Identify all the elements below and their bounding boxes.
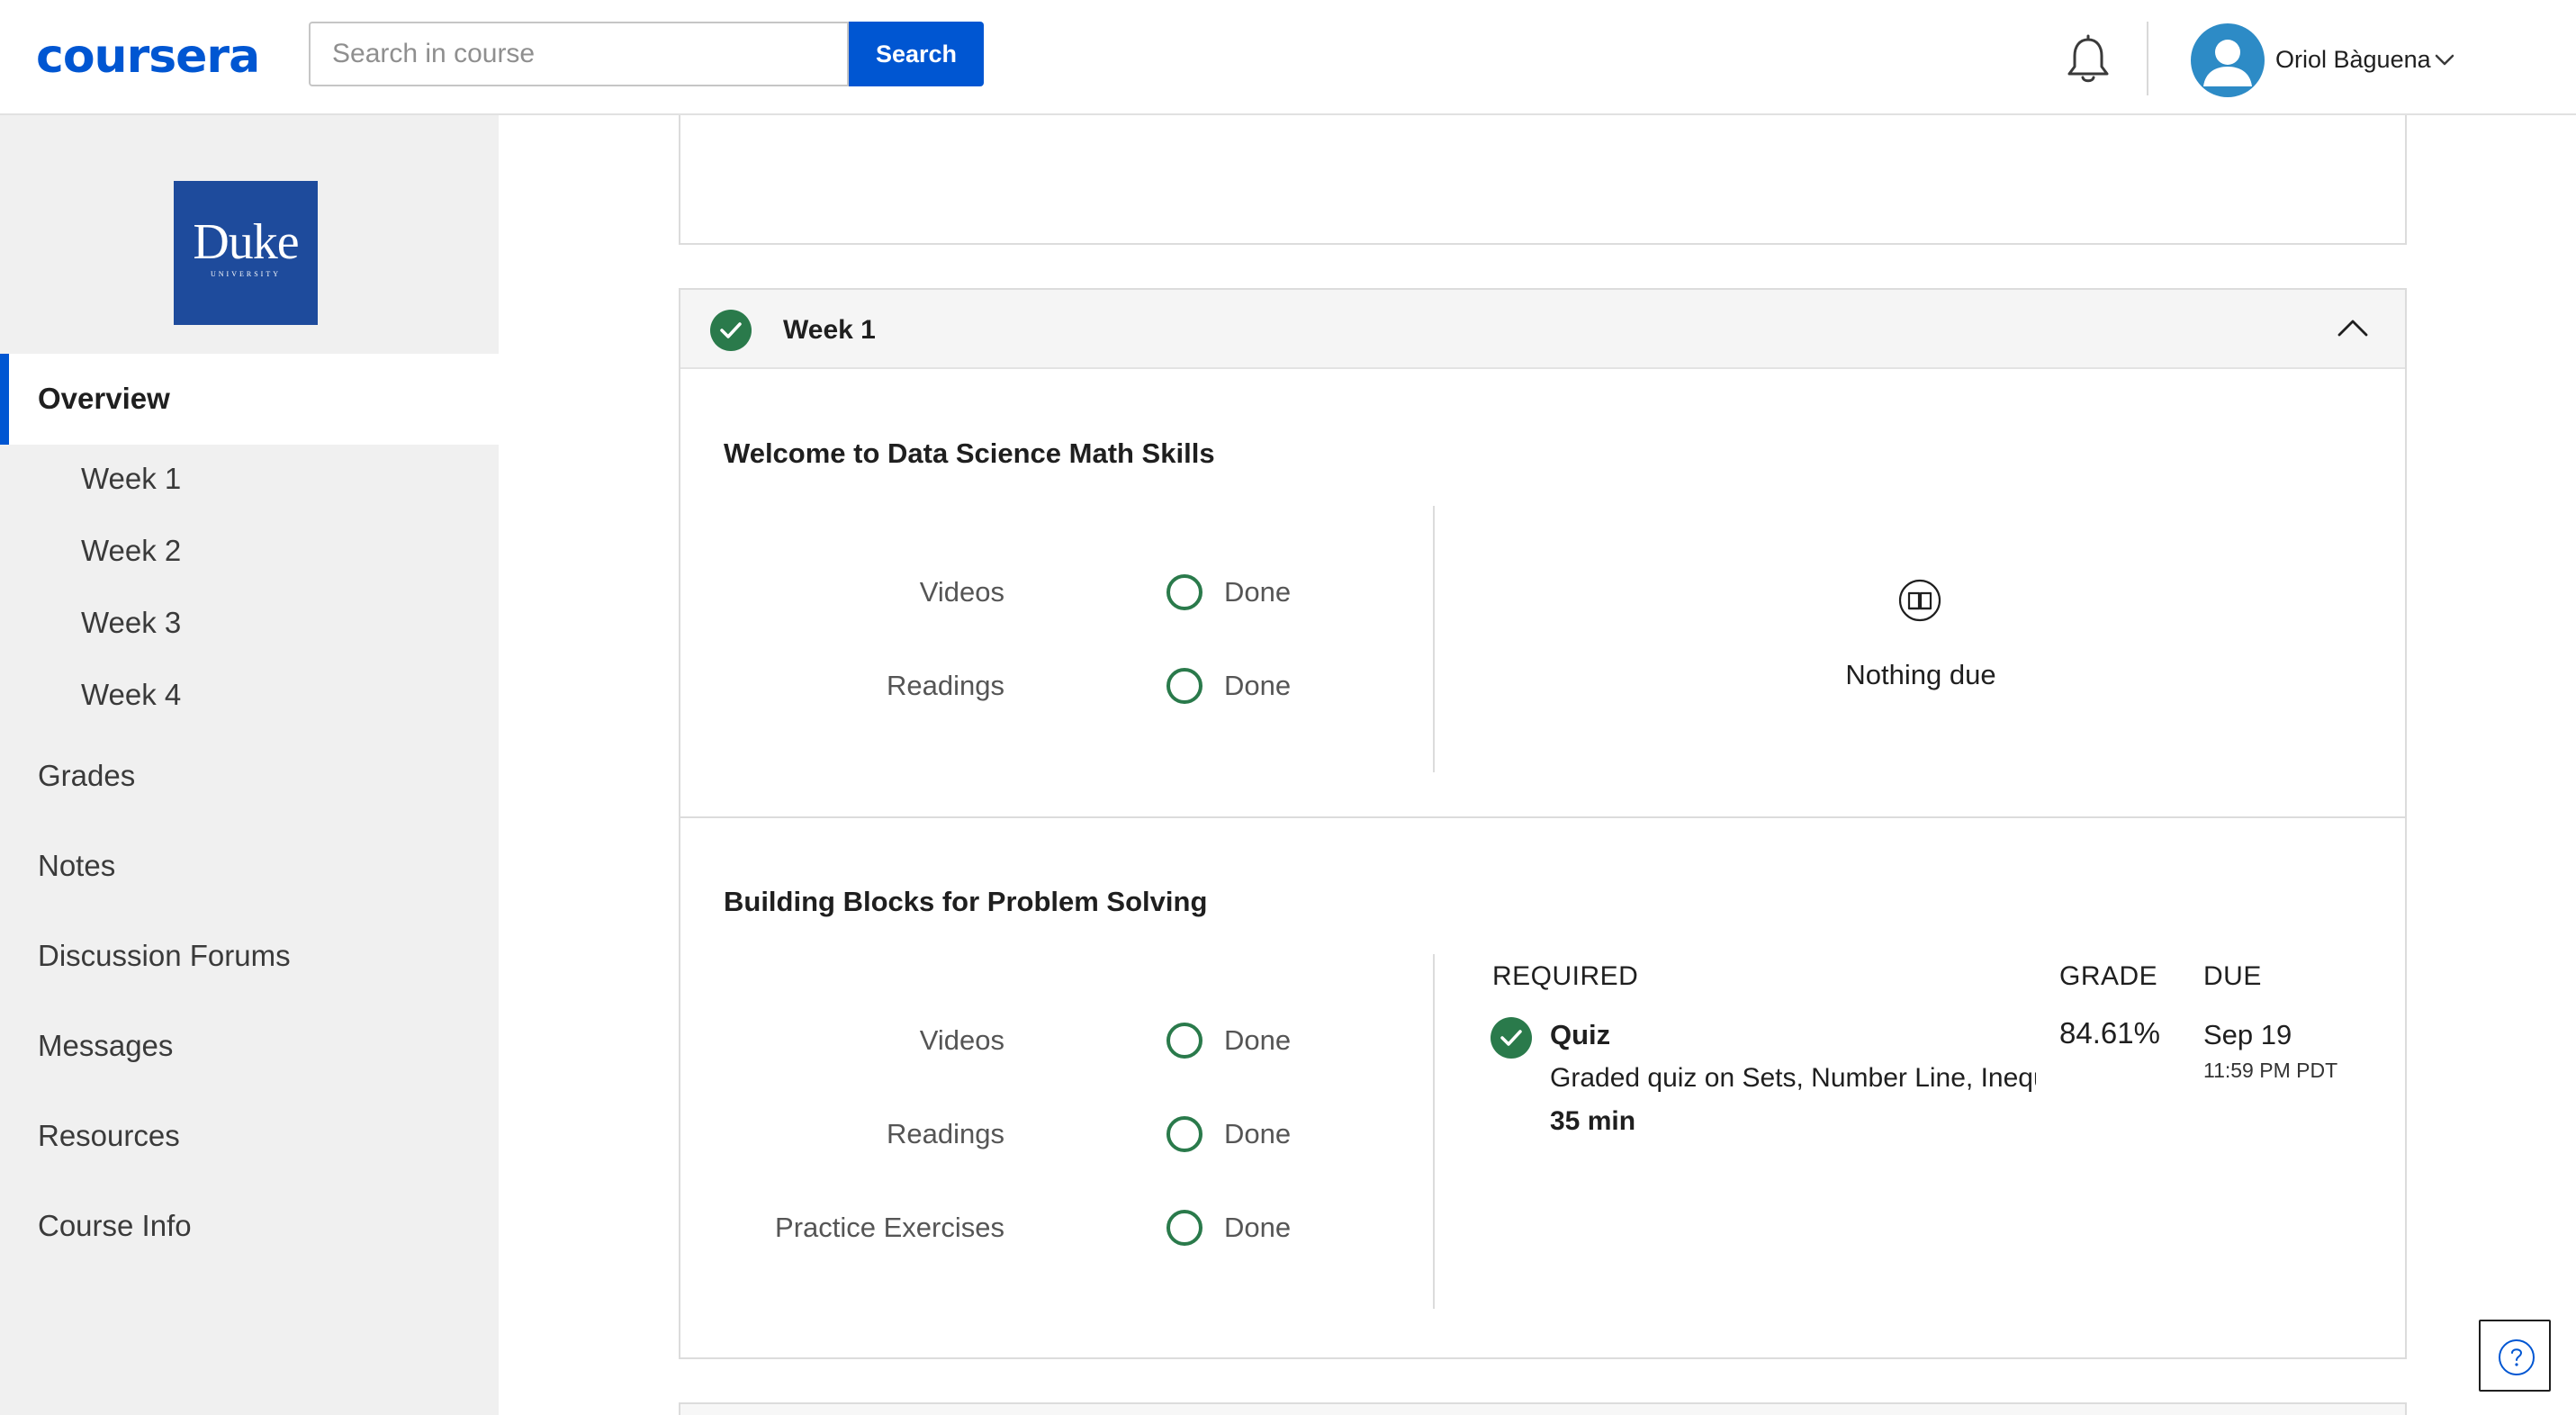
grade-column-header: GRADE — [2059, 961, 2158, 991]
bell-icon[interactable] — [2063, 34, 2113, 88]
chevron-down-icon[interactable] — [2434, 50, 2455, 68]
section-title[interactable]: Welcome to Data Science Math Skills — [724, 436, 1215, 472]
progress-ring-icon — [1165, 1208, 1204, 1248]
user-avatar-icon[interactable] — [2191, 23, 2265, 97]
book-icon — [1897, 578, 1942, 623]
sidebar-item-week-3[interactable]: Week 3 — [81, 605, 181, 641]
section-divider — [680, 816, 2405, 818]
progress-status: Done — [1224, 1212, 1292, 1243]
progress-row-practice-exercises: Practice Exercises Done — [680, 1206, 1433, 1249]
course-sidebar: Duke UNIVERSITY Overview Week 1 Week 2 W… — [0, 115, 499, 1415]
sidebar-item-course-info[interactable]: Course Info — [38, 1208, 192, 1244]
sidebar-item-week-2[interactable]: Week 2 — [81, 533, 181, 569]
required-column-header: REQUIRED — [1492, 961, 1639, 991]
progress-ring-icon — [1165, 666, 1204, 706]
chevron-up-icon[interactable] — [2337, 317, 2369, 338]
progress-status: Done — [1224, 1118, 1292, 1149]
sidebar-item-notes[interactable]: Notes — [38, 848, 115, 884]
progress-status: Done — [1224, 576, 1292, 608]
progress-ring-icon — [1165, 1021, 1204, 1060]
due-column-header: DUE — [2203, 961, 2262, 991]
column-divider — [1433, 506, 1435, 772]
progress-status: Done — [1224, 670, 1292, 701]
quiz-due-time: 11:59 PM PDT — [2203, 1059, 2338, 1082]
progress-ring-icon — [1165, 572, 1204, 612]
user-name[interactable]: Oriol Bàguena — [2275, 43, 2431, 76]
sidebar-item-grades[interactable]: Grades — [38, 758, 135, 794]
progress-status: Done — [1224, 1024, 1292, 1056]
progress-label: Readings — [887, 1118, 1004, 1149]
nothing-due-text: Nothing due — [1845, 659, 1996, 690]
column-divider — [1433, 954, 1435, 1309]
sidebar-item-week-4[interactable]: Week 4 — [81, 677, 181, 713]
quiz-due-date: Sep 19 — [2203, 1019, 2292, 1050]
week-title: Week 1 — [783, 315, 876, 345]
quiz-description[interactable]: Graded quiz on Sets, Number Line, Inequa… — [1550, 1060, 2036, 1096]
active-indicator — [0, 354, 9, 445]
week-header[interactable]: Week 1 — [680, 290, 2405, 369]
progress-label: Videos — [919, 1024, 1004, 1056]
sidebar-item-overview[interactable]: Overview — [0, 354, 499, 445]
section-title[interactable]: Building Blocks for Problem Solving — [724, 884, 1207, 920]
top-navigation-bar: coursera Search Oriol Bàguena — [0, 0, 2576, 115]
progress-row-videos: Videos Done — [680, 1019, 1433, 1062]
quiz-duration: 35 min — [1550, 1106, 1636, 1136]
duke-university-logo[interactable]: Duke UNIVERSITY — [174, 181, 318, 325]
progress-label: Practice Exercises — [775, 1212, 1004, 1243]
previous-panel — [679, 115, 2407, 245]
help-icon — [2499, 1339, 2535, 1375]
next-week-card — [679, 1402, 2407, 1415]
quiz-grade: 84.61% — [2059, 1016, 2160, 1050]
duke-logo-subtext: UNIVERSITY — [211, 270, 281, 278]
progress-ring-icon — [1165, 1114, 1204, 1154]
progress-row-readings: Readings Done — [680, 1113, 1433, 1156]
sidebar-item-discussion-forums[interactable]: Discussion Forums — [38, 938, 291, 974]
week-card: Week 1 Welcome to Data Science Math Skil… — [679, 288, 2407, 1359]
course-search-input[interactable] — [309, 22, 849, 86]
progress-label: Videos — [919, 576, 1004, 608]
progress-row-readings: Readings Done — [680, 664, 1433, 708]
sidebar-item-messages[interactable]: Messages — [38, 1028, 173, 1064]
check-circle-icon — [710, 310, 752, 351]
check-circle-icon — [1491, 1017, 1532, 1059]
sidebar-item-week-1[interactable]: Week 1 — [81, 461, 181, 497]
help-button[interactable] — [2479, 1320, 2551, 1392]
progress-label: Readings — [887, 670, 1004, 701]
quiz-link[interactable]: Quiz — [1550, 1017, 1610, 1053]
search-button[interactable]: Search — [849, 22, 984, 86]
header-divider — [2147, 22, 2148, 95]
sidebar-item-label: Overview — [38, 382, 170, 415]
progress-row-videos: Videos Done — [680, 571, 1433, 614]
duke-logo-word: Duke — [193, 214, 299, 270]
coursera-logo[interactable]: coursera — [36, 25, 260, 88]
sidebar-item-resources[interactable]: Resources — [38, 1118, 180, 1154]
